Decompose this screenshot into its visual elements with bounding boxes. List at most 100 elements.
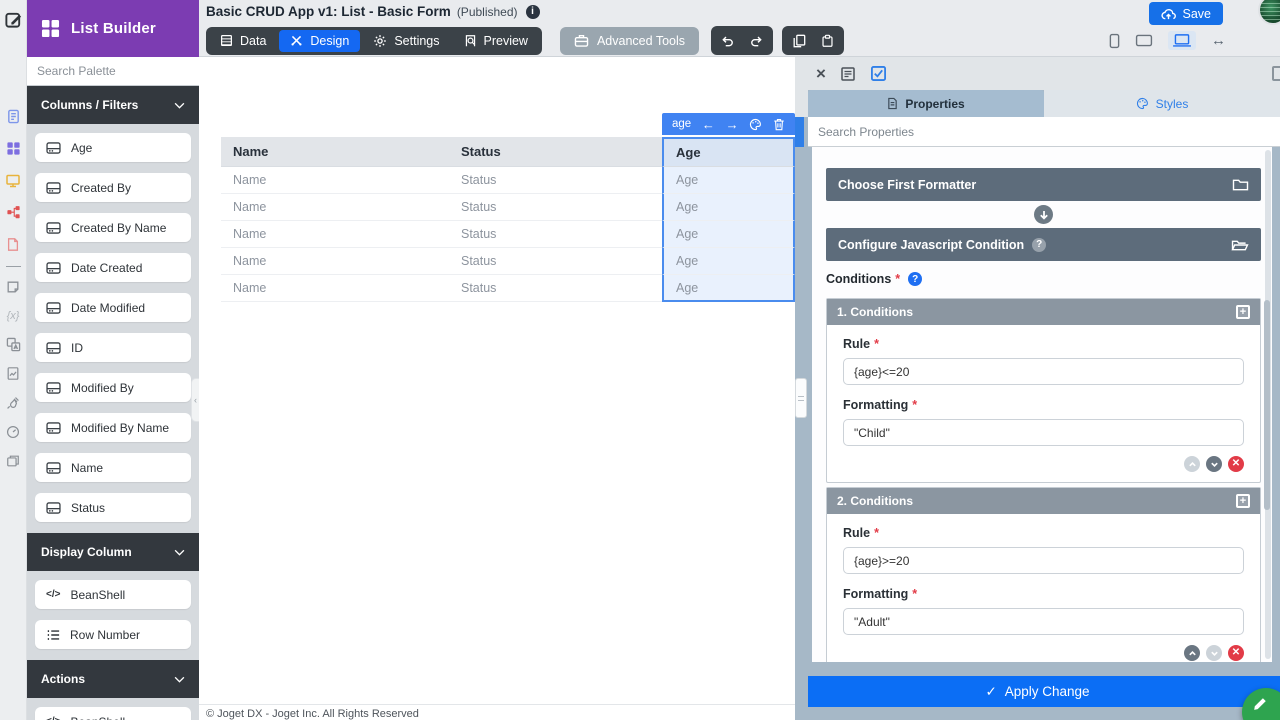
sidebar-collapse-handle[interactable]: ‹ <box>191 378 199 422</box>
form-view-icon[interactable] <box>840 66 856 82</box>
palette-item-age[interactable]: Age <box>35 133 191 162</box>
palette-item-modified-by-name[interactable]: Modified By Name <box>35 413 191 442</box>
delete-column-icon[interactable] <box>773 118 785 131</box>
list-builder-icon[interactable] <box>0 135 27 162</box>
popup-window-icon[interactable] <box>0 447 27 474</box>
formatting-input[interactable] <box>843 608 1244 635</box>
palette-item-date-created[interactable]: Date Created <box>35 253 191 282</box>
cell-age: Age <box>662 248 795 275</box>
advanced-tools-button[interactable]: Advanced Tools <box>559 26 699 55</box>
palette-item-date-modified[interactable]: Date Modified <box>35 293 191 322</box>
rail-divider <box>5 266 21 267</box>
copy-button[interactable] <box>785 29 812 52</box>
panel-scrollbar-thumb[interactable] <box>1264 300 1270 510</box>
palette-search-input[interactable] <box>27 57 199 85</box>
palette-item-id[interactable]: ID <box>35 333 191 362</box>
section-configure-js-condition[interactable]: Configure Javascript Condition ? <box>826 228 1261 261</box>
delete-condition-icon[interactable]: ✕ <box>1228 645 1244 661</box>
user-avatar[interactable] <box>1258 0 1280 25</box>
fit-width-button[interactable]: ↔ <box>1211 33 1226 48</box>
paste-button[interactable] <box>814 29 841 52</box>
palette-item-name[interactable]: Name <box>35 453 191 482</box>
palette-item-beanshell[interactable]: </> BeanShell <box>35 580 191 609</box>
rule-label-row: Rule * <box>843 337 1244 351</box>
help-icon[interactable]: ? <box>908 272 923 286</box>
section-display-column[interactable]: Display Column <box>27 533 199 571</box>
info-icon[interactable]: i <box>525 4 540 19</box>
section-actions[interactable]: Actions <box>27 660 199 698</box>
condition-group-title: 2. Conditions <box>837 494 913 508</box>
move-down-icon <box>1206 645 1222 661</box>
apply-change-button[interactable]: ✓ Apply Change <box>795 676 1280 707</box>
data-table-icon <box>221 35 232 46</box>
performance-gauge-icon[interactable] <box>0 418 27 445</box>
palette-item-created-by-name[interactable]: Created By Name <box>35 213 191 242</box>
palette-item-label: Status <box>71 500 106 515</box>
tab-settings[interactable]: Settings <box>362 30 450 52</box>
userview-builder-icon[interactable] <box>0 167 27 194</box>
palette-item-status[interactable]: Status <box>35 493 191 522</box>
save-button[interactable]: Save <box>1148 2 1223 25</box>
desktop-preview-button[interactable] <box>1168 31 1196 50</box>
section-label: Display Column <box>41 545 132 559</box>
localization-icon[interactable] <box>0 331 27 358</box>
formatting-input[interactable] <box>843 419 1244 446</box>
cell: Status <box>449 221 662 248</box>
palette-item-row-number[interactable]: Row Number <box>35 620 191 649</box>
close-panel-icon[interactable]: × <box>816 65 826 82</box>
move-up-icon[interactable] <box>1184 645 1200 661</box>
move-down-icon[interactable] <box>1206 456 1222 472</box>
palette-item-modified-by[interactable]: Modified By <box>35 373 191 402</box>
panel-resizer <box>795 57 808 720</box>
top-bar: Basic CRUD App v1: List - Basic Form (Pu… <box>199 0 1280 57</box>
column-header-name[interactable]: Name <box>221 137 449 167</box>
cell: Status <box>449 167 662 194</box>
rule-input[interactable] <box>843 358 1244 385</box>
add-condition-icon[interactable]: + <box>1236 494 1250 508</box>
checkbox-view-icon[interactable] <box>870 65 887 82</box>
note-icon[interactable] <box>0 273 27 300</box>
tab-data[interactable]: Data <box>209 30 277 52</box>
arrow-down-circle-icon[interactable] <box>1034 205 1053 224</box>
section-choose-first-formatter[interactable]: Choose First Formatter <box>826 168 1261 201</box>
palette-item-label: Row Number <box>70 627 141 642</box>
edit-app-icon[interactable] <box>0 6 27 33</box>
phone-preview-button[interactable] <box>1109 33 1120 49</box>
rule-input[interactable] <box>843 547 1244 574</box>
tab-styles[interactable]: Styles <box>1044 90 1280 117</box>
delete-condition-icon[interactable]: ✕ <box>1228 456 1244 472</box>
redo-button[interactable] <box>743 29 770 52</box>
move-column-right-icon[interactable]: → <box>726 118 739 131</box>
plugin-icon[interactable] <box>0 389 27 416</box>
undo-button[interactable] <box>714 29 741 52</box>
panel-drag-handle[interactable] <box>795 378 807 418</box>
section-columns-filters[interactable]: Columns / Filters <box>27 86 199 124</box>
properties-search-input[interactable] <box>808 117 1280 146</box>
help-icon[interactable]: ? <box>1032 237 1047 252</box>
palette-item-created-by[interactable]: Created By <box>35 173 191 202</box>
tablet-preview-button[interactable] <box>1135 34 1153 47</box>
column-header-status[interactable]: Status <box>449 137 662 167</box>
column-header-age[interactable]: Age <box>662 137 795 167</box>
folder-closed-icon[interactable] <box>1232 178 1249 192</box>
column-icon <box>46 381 61 394</box>
required-asterisk: * <box>895 272 901 286</box>
report-icon[interactable] <box>0 360 27 387</box>
form-builder-icon[interactable] <box>0 103 27 130</box>
pdf-report-icon[interactable] <box>0 231 27 258</box>
tab-properties[interactable]: Properties <box>808 90 1044 117</box>
column-style-icon[interactable] <box>749 118 762 131</box>
tab-preview[interactable]: Preview <box>453 30 539 52</box>
environment-variable-icon[interactable]: {x} <box>0 302 27 329</box>
process-builder-icon[interactable] <box>0 199 27 226</box>
advanced-tools-label: Advanced Tools <box>596 33 685 48</box>
palette-item-label: Created By Name <box>71 220 167 235</box>
move-column-left-icon[interactable]: ← <box>702 118 715 131</box>
palette-item-beanshell-action[interactable]: </> BeanShell <box>35 707 191 720</box>
panel-scrollbar[interactable] <box>1264 150 1271 659</box>
tab-design[interactable]: Design <box>279 29 361 52</box>
expand-panel-icon[interactable] <box>1272 66 1280 81</box>
add-condition-icon[interactable]: + <box>1236 305 1250 319</box>
folder-open-icon[interactable] <box>1231 238 1249 252</box>
formatting-label: Formatting <box>843 398 909 412</box>
